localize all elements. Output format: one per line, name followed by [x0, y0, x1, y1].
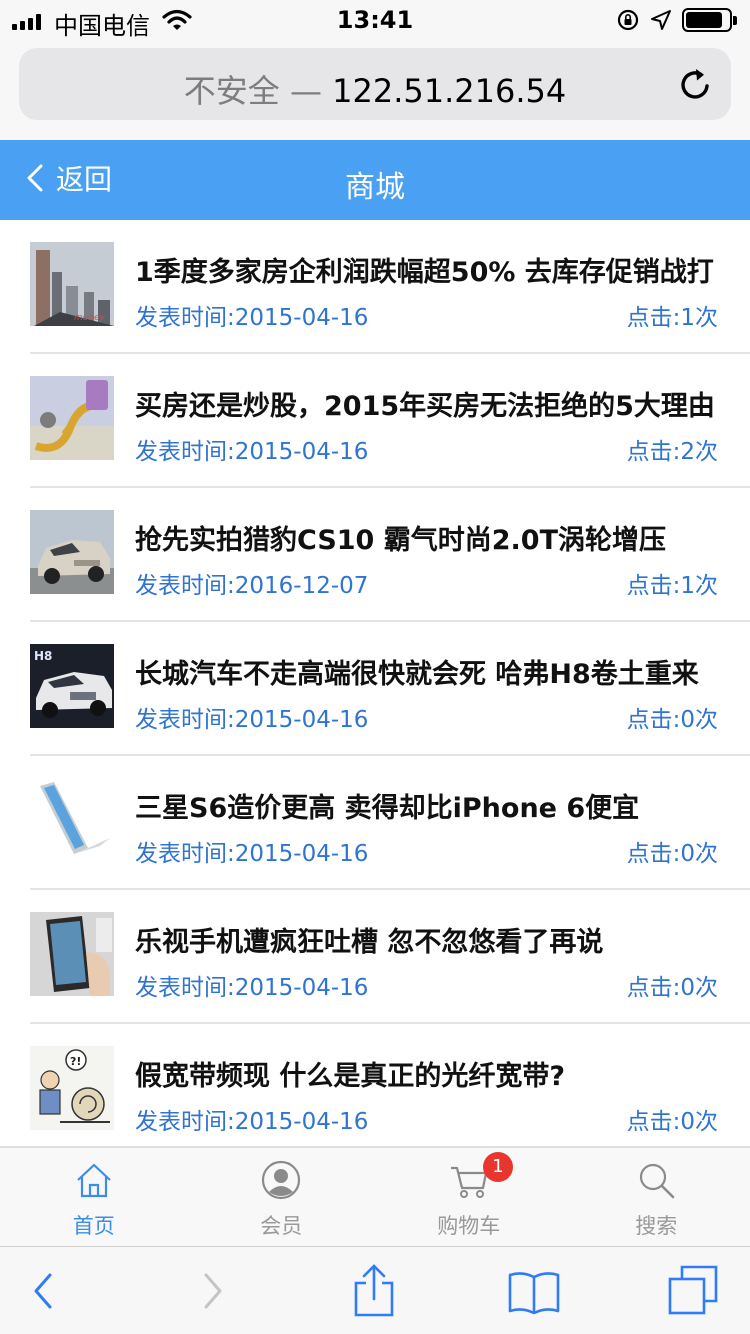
article-date: 发表时间:2015-04-16 — [135, 975, 369, 1001]
tab-label: 会员 — [260, 1214, 303, 1238]
building-photo-icon: money — [30, 242, 114, 326]
article-title[interactable]: 买房还是炒股，2015年买房无法拒绝的5大理由 — [135, 384, 735, 423]
article-thumbnail[interactable] — [30, 778, 114, 862]
suv-photo-icon — [30, 510, 114, 594]
cart-badge: 1 — [483, 1152, 513, 1182]
article-thumbnail[interactable]: ?! — [30, 1046, 114, 1130]
article-item[interactable]: 乐视手机遭疯狂吐槽 忽不忽悠看了再说 发表时间:2015-04-16 点击:0次 — [30, 890, 750, 1024]
tabs-icon[interactable] — [666, 1263, 722, 1319]
reload-icon[interactable] — [679, 66, 713, 102]
article-title[interactable]: 抢先实拍猎豹CS10 霸气时尚2.0T涡轮增压 — [135, 518, 735, 557]
article-title[interactable]: 长城汽车不走高端很快就会死 哈弗H8卷土重来 — [135, 652, 735, 691]
article-date: 发表时间:2015-04-16 — [135, 841, 369, 867]
stock-cartoon-photo-icon — [30, 376, 114, 460]
share-icon[interactable] — [346, 1263, 402, 1319]
article-thumbnail[interactable] — [30, 912, 114, 996]
chevron-right-icon[interactable] — [184, 1263, 240, 1319]
article-clicks: 点击:0次 — [626, 1109, 718, 1135]
status-bar: 中国电信 13:41 — [0, 0, 750, 40]
svg-text:?!: ?! — [70, 1055, 81, 1068]
user-icon — [262, 1160, 301, 1200]
tab-member[interactable]: 会员 — [188, 1148, 376, 1246]
article-clicks: 点击:1次 — [626, 573, 718, 599]
article-title[interactable]: 1季度多家房企利润跌幅超50% 去库存促销战打 — [135, 250, 735, 289]
article-clicks: 点击:0次 — [626, 707, 718, 733]
article-clicks: 点击:2次 — [626, 439, 718, 465]
app-header: 返回 商城 — [0, 140, 750, 220]
page-title: 商城 — [345, 170, 405, 205]
article-title[interactable]: 乐视手机遭疯狂吐槽 忽不忽悠看了再说 — [135, 920, 735, 959]
tab-label: 搜索 — [635, 1214, 678, 1238]
url-host: 122.51.216.54 — [332, 72, 567, 110]
article-item[interactable]: H8 长城汽车不走高端很快就会死 哈弗H8卷土重来 发表时间:2015-04-1… — [30, 622, 750, 756]
home-icon — [76, 1163, 111, 1198]
article-clicks: 点击:0次 — [626, 975, 718, 1001]
chevron-left-icon[interactable] — [16, 1263, 72, 1319]
phone-hand-photo-icon — [30, 912, 114, 996]
tab-label: 首页 — [72, 1214, 115, 1238]
security-label: 不安全 — — [183, 72, 333, 110]
url-text[interactable]: 不安全 — 122.51.216.54 — [19, 66, 731, 112]
article-thumbnail[interactable] — [30, 510, 114, 594]
article-date: 发表时间:2015-04-16 — [135, 707, 369, 733]
tab-label: 购物车 — [437, 1214, 501, 1238]
article-thumbnail[interactable]: H8 — [30, 644, 114, 728]
article-item[interactable]: money 1季度多家房企利润跌幅超50% 去库存促销战打 发表时间:2015-… — [30, 220, 750, 354]
article-date: 发表时间:2015-04-16 — [135, 439, 369, 465]
article-date: 发表时间:2016-12-07 — [135, 573, 369, 599]
battery-icon — [682, 8, 737, 32]
svg-text:H8: H8 — [34, 649, 52, 663]
bookmarks-icon[interactable] — [506, 1263, 562, 1319]
article-clicks: 点击:1次 — [626, 305, 718, 331]
article-clicks: 点击:0次 — [626, 841, 718, 867]
orientation-lock-icon — [617, 9, 639, 31]
car-show-photo-icon: H8 — [30, 644, 114, 728]
article-thumbnail[interactable]: money — [30, 242, 114, 326]
snail-cartoon-photo-icon: ?! — [30, 1046, 114, 1130]
address-bar[interactable]: 不安全 — 122.51.216.54 — [19, 48, 731, 120]
article-item[interactable]: ?! 假宽带频现 什么是真正的光纤宽带? 发表时间:2015-04-16 点击:… — [30, 1024, 750, 1146]
tab-search[interactable]: 搜索 — [563, 1148, 750, 1246]
article-date: 发表时间:2015-04-16 — [135, 305, 369, 331]
article-date: 发表时间:2015-04-16 — [135, 1109, 369, 1135]
svg-text:money: money — [74, 313, 106, 323]
tab-home[interactable]: 首页 — [0, 1148, 188, 1246]
article-item[interactable]: 买房还是炒股，2015年买房无法拒绝的5大理由 发表时间:2015-04-16 … — [30, 354, 750, 488]
article-list: money 1季度多家房企利润跌幅超50% 去库存促销战打 发表时间:2015-… — [0, 220, 750, 1146]
search-icon — [640, 1163, 675, 1199]
tab-cart[interactable]: 1 购物车 — [375, 1148, 563, 1246]
location-arrow-icon — [651, 10, 671, 30]
browser-toolbar — [0, 1246, 750, 1334]
article-thumbnail[interactable] — [30, 376, 114, 460]
article-title[interactable]: 假宽带频现 什么是真正的光纤宽带? — [135, 1054, 735, 1093]
smartphone-photo-icon — [30, 778, 114, 862]
bottom-tab-bar: 首页 会员 1 购物车 搜索 — [0, 1146, 750, 1246]
article-item[interactable]: 抢先实拍猎豹CS10 霸气时尚2.0T涡轮增压 发表时间:2016-12-07 … — [30, 488, 750, 622]
browser-address-area: 不安全 — 122.51.216.54 — [0, 40, 750, 140]
article-title[interactable]: 三星S6造价更高 卖得却比iPhone 6便宜 — [135, 786, 735, 825]
article-item[interactable]: 三星S6造价更高 卖得却比iPhone 6便宜 发表时间:2015-04-16 … — [30, 756, 750, 890]
